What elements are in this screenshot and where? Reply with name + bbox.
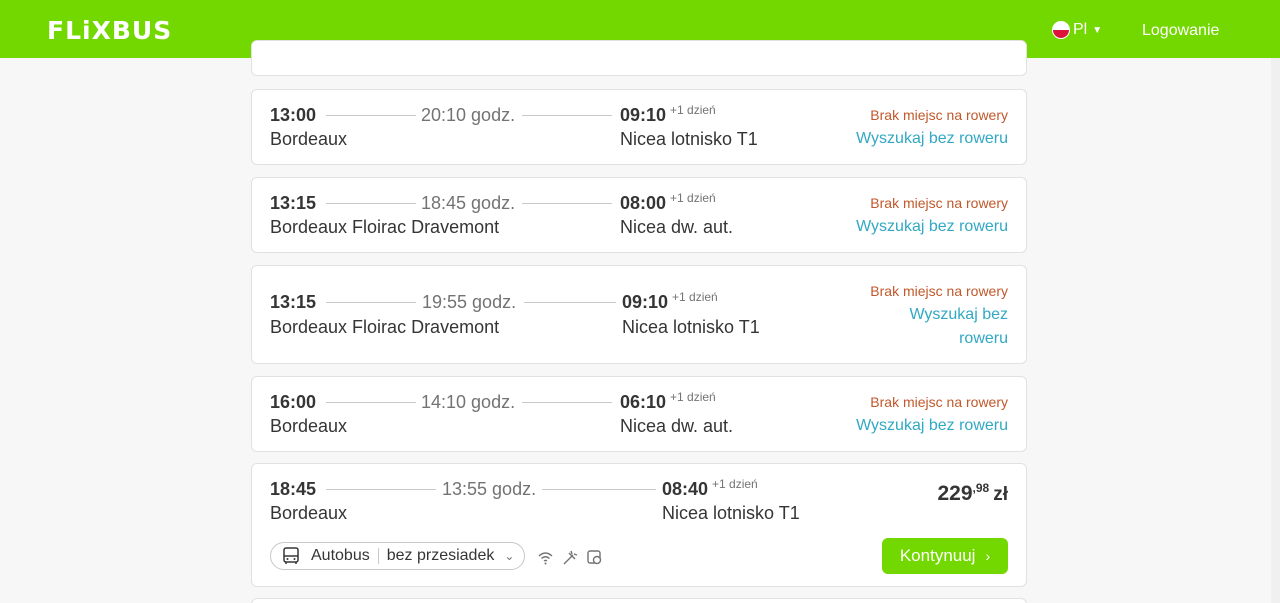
search-without-bike-link[interactable]: Wyszukaj bez roweru <box>856 215 1008 239</box>
departure-station: Bordeaux <box>270 416 348 436</box>
duration-line-right <box>524 302 616 303</box>
plus-day-badge: +1 dzień <box>670 191 716 205</box>
transport-type: Autobus <box>311 547 370 564</box>
chevron-down-icon: ⌄ <box>504 549 515 563</box>
price-currency: zł <box>993 484 1008 505</box>
departure-station: Bordeaux Floirac Dravemont <box>270 217 500 237</box>
arrival-station: Nicea lotnisko T1 <box>662 503 800 523</box>
departure-time: 13:00 <box>270 105 317 125</box>
departure-time: 13:15 <box>270 193 317 213</box>
plus-day-badge: +1 dzień <box>670 390 716 404</box>
language-label: Pl <box>1073 21 1088 38</box>
continue-label: Kontynuuj <box>899 546 976 565</box>
duration-line-left <box>326 489 436 490</box>
plus-day-badge: +1 dzień <box>712 477 758 491</box>
departure-time: 16:00 <box>270 392 317 412</box>
bus-icon <box>283 547 299 564</box>
arrival-time: 06:10 <box>620 392 667 412</box>
bike-status: Brak miejsc na rowery <box>870 107 1008 123</box>
ride-card[interactable]: 13:15 19:55 godz. 09:10 +1 dzień Bordeau… <box>251 265 1027 364</box>
poland-flag-icon <box>1052 21 1070 39</box>
ride-card[interactable]: 13:15 18:45 godz. 08:00 +1 dzień Bordeau… <box>251 177 1027 253</box>
bike-status: Brak miejsc na rowery <box>870 394 1008 410</box>
chevron-right-icon: › <box>985 548 991 564</box>
ride-card-bookable[interactable]: 18:45 13:55 godz. 08:40 +1 dzień Bordeau… <box>251 463 1027 587</box>
bike-status: Brak miejsc na rowery <box>870 195 1008 211</box>
ride-price: 229,98 zł <box>937 481 1008 506</box>
page-scrollbar[interactable] <box>1271 58 1280 603</box>
arrival-station: Nicea dw. aut. <box>620 217 734 237</box>
arrival-time: 09:10 <box>622 292 669 312</box>
plus-day-badge: +1 dzień <box>672 290 718 304</box>
duration-line-left <box>326 115 416 116</box>
arrival-time: 09:10 <box>620 105 667 125</box>
duration-line-right <box>522 115 612 116</box>
ride-card[interactable]: 16:00 14:10 godz. 06:10 +1 dzień Bordeau… <box>251 376 1027 452</box>
price-cents: ,98 <box>972 481 990 495</box>
duration-line-right <box>522 203 612 204</box>
chevron-down-icon: ▼ <box>1092 24 1103 36</box>
trip-duration: 19:55 godz. <box>422 292 517 312</box>
flixbus-logo[interactable]: FLiXBUS <box>47 16 172 45</box>
search-link-line-1: Wyszukaj bez <box>909 306 1008 323</box>
departure-station: Bordeaux <box>270 503 348 523</box>
transfer-info: bez przesiadek <box>386 547 495 564</box>
search-without-bike-link[interactable]: Wyszukaj bez roweru <box>856 127 1008 151</box>
arrival-time: 08:00 <box>620 193 667 213</box>
trip-duration: 13:55 godz. <box>442 479 537 499</box>
bike-status: Brak miejsc na rowery <box>870 283 1008 299</box>
arrival-time: 08:40 <box>662 479 709 499</box>
continue-button[interactable]: Kontynuuj › <box>882 538 1008 574</box>
ride-card-partial <box>251 40 1027 76</box>
ride-card[interactable]: 13:00 20:10 godz. 09:10 +1 dzień Bordeau… <box>251 89 1027 165</box>
duration-line-left <box>326 203 416 204</box>
trip-duration: 14:10 godz. <box>421 392 516 412</box>
power-plug-icon <box>563 550 578 565</box>
arrival-station: Nicea lotnisko T1 <box>620 129 758 149</box>
search-link-line-2: roweru <box>959 330 1008 347</box>
ride-card-partial <box>251 598 1027 603</box>
trip-duration: 18:45 godz. <box>421 193 516 213</box>
search-without-bike-link[interactable]: Wyszukaj bez roweru <box>856 414 1008 438</box>
ride-details-toggle[interactable]: Autobus bez przesiadek ⌄ <box>270 542 525 570</box>
arrival-station: Nicea dw. aut. <box>620 416 734 436</box>
duration-line-right <box>542 489 656 490</box>
login-link[interactable]: Logowanie <box>1142 22 1219 40</box>
language-selector[interactable]: Pl ▼ <box>1052 21 1102 39</box>
departure-time: 13:15 <box>270 292 317 312</box>
duration-line-left <box>326 402 416 403</box>
arrival-station: Nicea lotnisko T1 <box>622 317 760 337</box>
duration-line-left <box>326 302 416 303</box>
plus-day-badge: +1 dzień <box>670 103 716 117</box>
price-main: 229 <box>937 482 973 505</box>
search-without-bike-link[interactable]: Wyszukaj bez roweru <box>909 303 1008 351</box>
trip-duration: 20:10 godz. <box>421 105 516 125</box>
wifi-icon <box>538 552 553 565</box>
departure-station: Bordeaux <box>270 129 348 149</box>
toilet-icon <box>587 550 602 565</box>
departure-station: Bordeaux Floirac Dravemont <box>270 317 500 337</box>
duration-line-right <box>522 402 612 403</box>
departure-time: 18:45 <box>270 479 317 499</box>
divider <box>377 548 379 564</box>
